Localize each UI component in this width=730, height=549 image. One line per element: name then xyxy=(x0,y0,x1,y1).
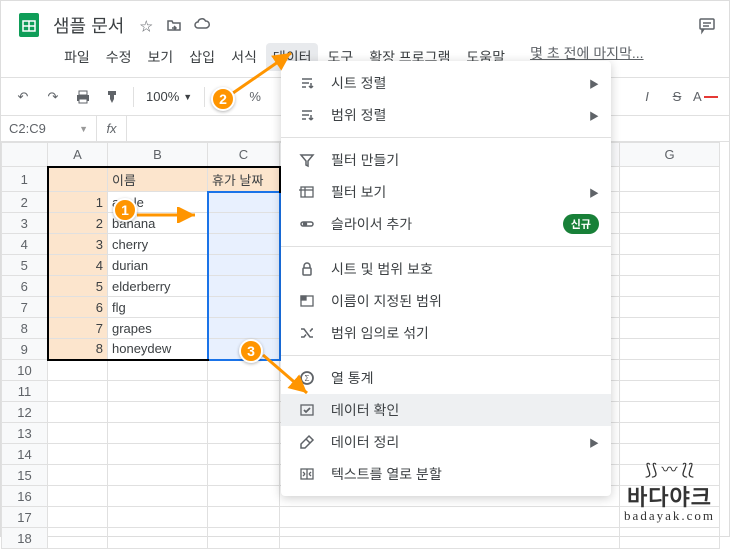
check-icon xyxy=(297,400,317,420)
menu-insert[interactable]: 삽입 xyxy=(182,43,222,71)
fx-label: fx xyxy=(97,116,127,141)
clean-icon xyxy=(297,432,317,452)
col-header-a[interactable]: A xyxy=(48,143,108,167)
menu-item-sort[interactable]: 범위 정렬▶ xyxy=(281,99,611,131)
paint-format-button[interactable] xyxy=(99,83,127,111)
undo-button[interactable]: ↶ xyxy=(9,83,37,111)
menu-edit[interactable]: 수정 xyxy=(99,43,139,71)
star-icon[interactable]: ☆ xyxy=(136,15,156,35)
lock-icon xyxy=(297,259,317,279)
cloud-icon[interactable] xyxy=(192,15,212,35)
percent-button[interactable]: % xyxy=(241,83,269,111)
cell[interactable] xyxy=(48,167,108,192)
menu-item-filter-view[interactable]: 필터 보기▶ xyxy=(281,176,611,208)
sheets-app-icon[interactable] xyxy=(13,9,45,41)
filter-icon xyxy=(297,150,317,170)
svg-text:Σ: Σ xyxy=(305,374,310,383)
sort-icon xyxy=(297,73,317,93)
text-color-button[interactable]: A xyxy=(693,83,721,111)
menu-format[interactable]: 서식 xyxy=(224,43,264,71)
submenu-arrow-icon: ▶ xyxy=(589,185,599,200)
submenu-arrow-icon: ▶ xyxy=(589,108,599,123)
move-icon[interactable] xyxy=(164,15,184,35)
annotation-marker-3: 3 xyxy=(239,339,263,363)
strikethrough-button[interactable]: S xyxy=(663,83,691,111)
submenu-arrow-icon: ▶ xyxy=(589,435,599,450)
cell[interactable]: 이름 xyxy=(108,167,208,192)
zoom-select[interactable]: 100% ▼ xyxy=(140,89,198,104)
slicer-icon xyxy=(297,214,317,234)
data-menu-dropdown: 시트 정렬▶범위 정렬▶ 필터 만들기필터 보기▶슬라이서 추가신규시트 및 범위… xyxy=(281,61,611,496)
menu-item-split[interactable]: 텍스트를 열로 분할 xyxy=(281,458,611,490)
filter-view-icon xyxy=(297,182,317,202)
submenu-arrow-icon: ▶ xyxy=(589,76,599,91)
menu-item-check[interactable]: 데이터 확인 xyxy=(281,394,611,426)
split-icon xyxy=(297,464,317,484)
watermark: ⟆⟆ 〰 ⟅⟅ 바다야크 badayak.com xyxy=(624,456,715,524)
menu-item-filter[interactable]: 필터 만들기 xyxy=(281,144,611,176)
row-header[interactable]: 1 xyxy=(2,167,48,192)
italic-button[interactable]: I xyxy=(633,83,661,111)
menu-item-clean[interactable]: 데이터 정리▶ xyxy=(281,426,611,458)
menu-item-named[interactable]: 이름이 지정된 범위 xyxy=(281,285,611,317)
menu-view[interactable]: 보기 xyxy=(141,43,181,71)
print-button[interactable] xyxy=(69,83,97,111)
menu-item-sort[interactable]: 시트 정렬▶ xyxy=(281,67,611,99)
shuffle-icon xyxy=(297,323,317,343)
annotation-marker-2: 2 xyxy=(211,87,235,111)
annotation-marker-1: 1 xyxy=(113,198,137,222)
name-box[interactable]: C2:C9 ▼ xyxy=(1,116,97,141)
stats-icon: Σ xyxy=(297,368,317,388)
document-title[interactable]: 샘플 문서 xyxy=(53,12,124,38)
new-badge: 신규 xyxy=(563,214,599,234)
col-header-g[interactable]: G xyxy=(620,143,720,167)
menu-item-stats[interactable]: Σ열 통계 xyxy=(281,362,611,394)
col-header-b[interactable]: B xyxy=(108,143,208,167)
title-bar: 샘플 문서 ☆ xyxy=(1,1,729,43)
sort-icon xyxy=(297,105,317,125)
menu-item-shuffle[interactable]: 범위 임의로 섞기 xyxy=(281,317,611,349)
cell[interactable]: 휴가 날짜 xyxy=(208,167,280,192)
menu-file[interactable]: 파일 xyxy=(57,43,97,71)
named-icon xyxy=(297,291,317,311)
select-all-corner[interactable] xyxy=(2,143,48,167)
redo-button[interactable]: ↷ xyxy=(39,83,67,111)
col-header-c[interactable]: C xyxy=(208,143,280,167)
menu-item-lock[interactable]: 시트 및 범위 보호 xyxy=(281,253,611,285)
comment-icon[interactable] xyxy=(697,15,717,35)
menu-item-slicer[interactable]: 슬라이서 추가신규 xyxy=(281,208,611,240)
